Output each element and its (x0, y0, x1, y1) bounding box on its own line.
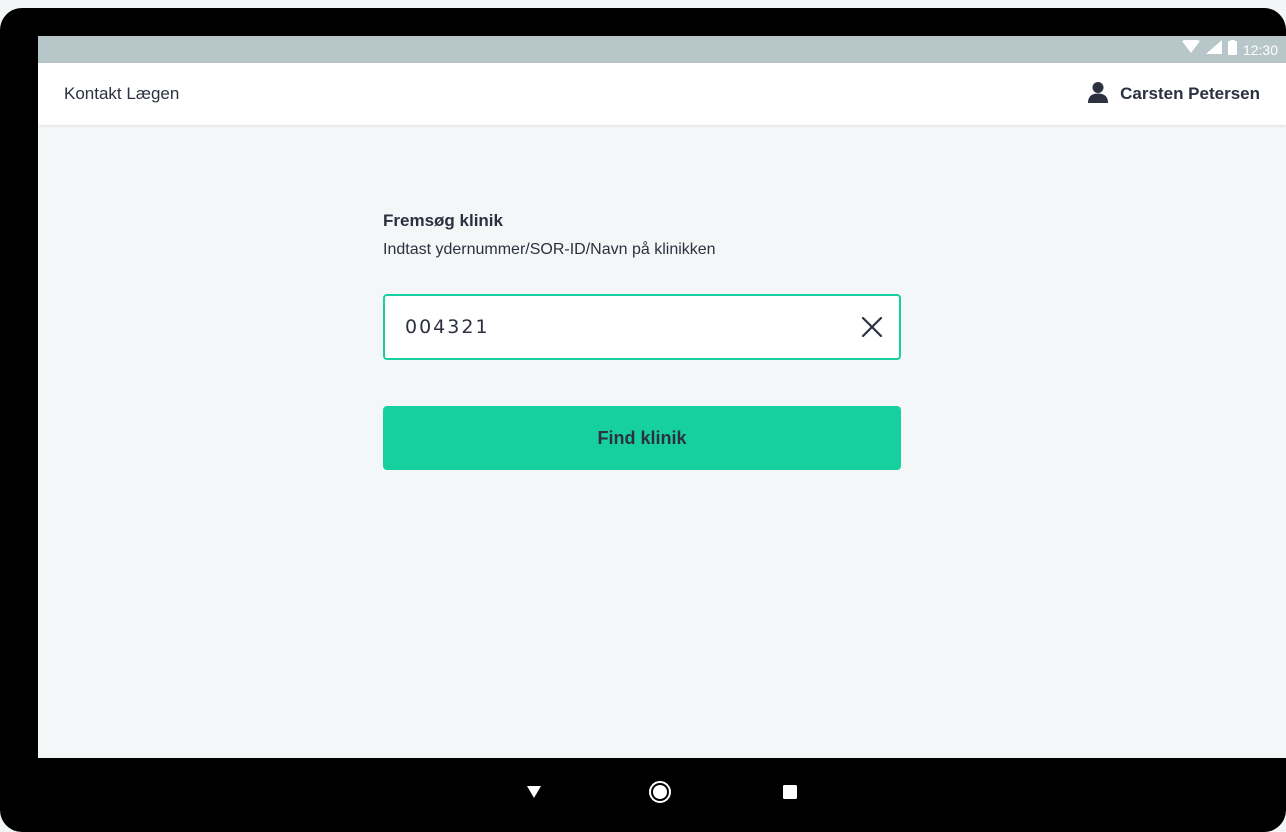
status-bar: 12:30 (38, 36, 1286, 63)
battery-icon (1227, 39, 1237, 60)
back-icon[interactable] (520, 778, 548, 806)
status-time: 12:30 (1242, 41, 1278, 58)
status-icons: 12:30 (1181, 36, 1278, 63)
form-subtitle: Indtast ydernummer/SOR-ID/Navn på klinik… (383, 241, 716, 258)
search-value: 004321 (405, 316, 490, 338)
home-icon[interactable] (646, 778, 674, 806)
find-clinic-button[interactable]: Find klinik (383, 406, 901, 470)
person-icon (1088, 81, 1109, 108)
app-title: Kontakt Lægen (64, 84, 180, 103)
user-name: Carsten Petersen (1120, 84, 1260, 103)
tablet-frame: 12:30 Kontakt Lægen Carsten Petersen Fre… (0, 8, 1286, 832)
wifi-icon (1181, 39, 1200, 59)
android-nav-bar (0, 758, 1286, 832)
clinic-search-input[interactable]: 004321 (383, 294, 901, 360)
close-icon[interactable] (859, 314, 885, 340)
recents-icon[interactable] (776, 778, 804, 806)
find-clinic-form: Fremsøg klinik Indtast ydernummer/SOR-ID… (383, 211, 901, 470)
screen: 12:30 Kontakt Lægen Carsten Petersen Fre… (38, 36, 1286, 758)
form-title: Fremsøg klinik (383, 211, 503, 230)
app-bar: Kontakt Lægen Carsten Petersen (38, 63, 1286, 125)
user-menu[interactable]: Carsten Petersen (1088, 63, 1260, 125)
signal-icon (1205, 40, 1222, 59)
